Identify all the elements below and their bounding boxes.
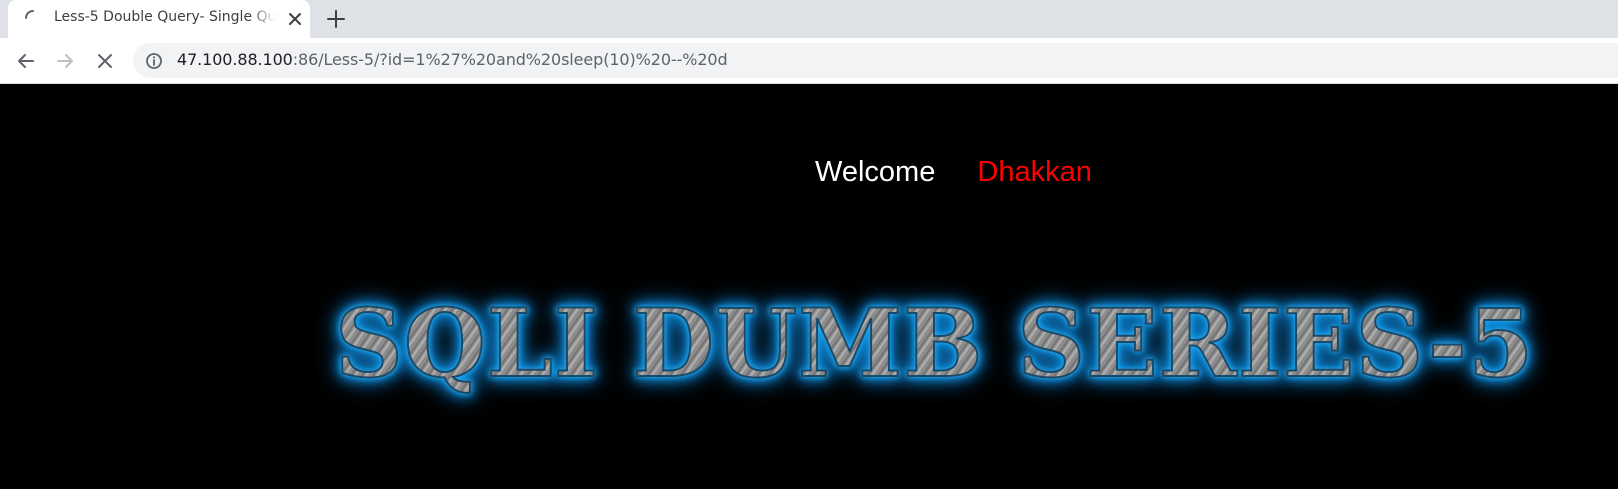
plus-icon[interactable] xyxy=(324,7,348,31)
url-text[interactable]: 47.100.88.100:86/Less-5/?id=1%27%20and%2… xyxy=(177,50,728,69)
info-icon[interactable] xyxy=(145,52,163,70)
banner-title: SQLI DUMB SERIES-5 xyxy=(334,284,1575,404)
tab-title: Less-5 Double Query- Single Quotes- Stri… xyxy=(54,9,276,25)
forward-arrow-icon[interactable] xyxy=(52,48,78,74)
address-bar[interactable]: 47.100.88.100:86/Less-5/?id=1%27%20and%2… xyxy=(133,43,1618,78)
welcome-line: Welcome Dhakkan xyxy=(815,156,1092,189)
banner-image: SQLI DUMB SERIES-5 xyxy=(334,284,1575,404)
close-icon[interactable] xyxy=(286,10,304,28)
tab-strip: Less-5 Double Query- Single Quotes- Stri… xyxy=(0,0,1618,38)
page-content: Welcome Dhakkan SQLI DUMB SERIES-5 xyxy=(0,84,1618,489)
welcome-label: Welcome xyxy=(815,156,936,188)
url-path: :86/Less-5/?id=1%27%20and%20sleep(10)%20… xyxy=(292,50,728,69)
browser-tab[interactable]: Less-5 Double Query- Single Quotes- Stri… xyxy=(8,0,310,38)
stop-icon[interactable] xyxy=(92,48,118,74)
browser-toolbar: 47.100.88.100:86/Less-5/?id=1%27%20and%2… xyxy=(0,38,1618,84)
welcome-name: Dhakkan xyxy=(977,156,1092,188)
url-host: 47.100.88.100 xyxy=(177,50,293,69)
back-arrow-icon[interactable] xyxy=(13,48,39,74)
loading-spinner-icon xyxy=(25,10,34,19)
